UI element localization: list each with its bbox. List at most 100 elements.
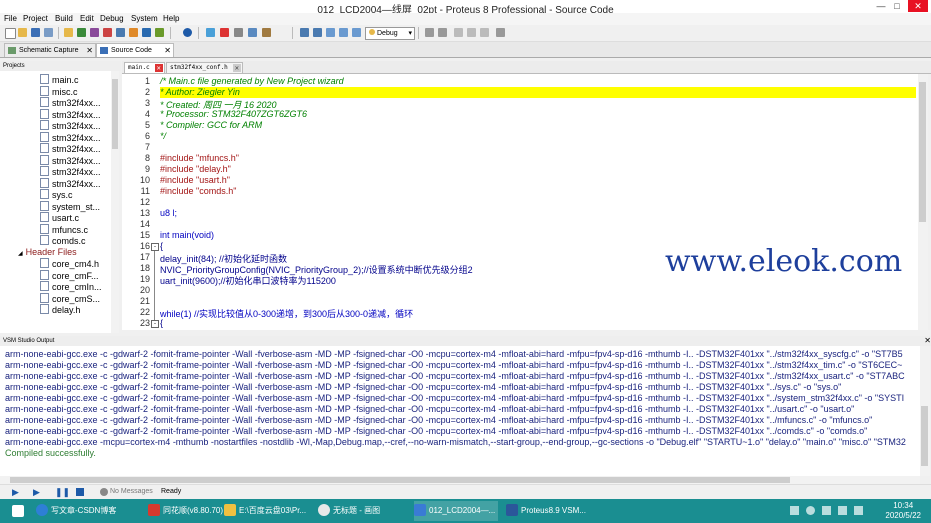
menu-edit[interactable]: Edit	[80, 14, 94, 23]
build-config-select[interactable]: Debug ▾	[365, 27, 415, 40]
tree-item[interactable]: core_cmS...	[40, 293, 100, 304]
output-hscrollbar[interactable]	[0, 476, 920, 484]
tab-source-code[interactable]: Source Code ✕	[96, 43, 174, 57]
start-button[interactable]	[6, 501, 30, 521]
pcb-icon[interactable]	[90, 28, 99, 37]
schematic-icon[interactable]	[77, 28, 86, 37]
menu-debug[interactable]: Debug	[100, 14, 124, 23]
scrollbar-thumb[interactable]	[921, 406, 928, 466]
menu-file[interactable]: File	[4, 14, 17, 23]
fold-minus-icon[interactable]: -	[151, 243, 159, 251]
menu-system[interactable]: System	[131, 14, 158, 23]
new-file-icon[interactable]	[5, 28, 16, 39]
tree-item[interactable]: core_cmIn...	[40, 281, 102, 292]
tree-item[interactable]: usart.c	[40, 212, 79, 223]
tree-item[interactable]: system_st...	[40, 201, 100, 212]
maximize-button[interactable]: □	[890, 0, 904, 12]
taskbar-item[interactable]: 同花顺(v8.80.70) -...	[148, 501, 235, 521]
build-output[interactable]: arm-none-eabi-gcc.exe -c -gdwarf-2 -fomi…	[0, 346, 920, 476]
gerber-icon[interactable]	[103, 28, 112, 37]
tree-item[interactable]: stm32f4xx...	[40, 155, 101, 166]
editor-scrollbar[interactable]	[918, 74, 928, 330]
delete-icon[interactable]	[220, 28, 229, 37]
tab-schematic-capture[interactable]: Schematic Capture ✕	[4, 43, 96, 57]
tree-item[interactable]: sys.c	[40, 189, 73, 200]
tree-folder-header-files[interactable]: ◢ Header Files	[18, 247, 77, 258]
3d-icon[interactable]	[129, 28, 138, 37]
tree-item[interactable]: main.c	[40, 74, 79, 85]
tray-icon[interactable]	[790, 506, 799, 515]
tree-item[interactable]: stm32f4xx...	[40, 166, 101, 177]
volume-icon[interactable]	[838, 506, 847, 515]
taskbar-item-active[interactable]: 012_LCD2004—...	[414, 501, 498, 521]
cut-text-icon[interactable]	[454, 28, 463, 37]
close-icon[interactable]: ✕	[924, 336, 931, 346]
close-button[interactable]: ✕	[908, 0, 928, 12]
menu-project[interactable]: Project	[23, 14, 48, 23]
play-icon[interactable]: ▶	[12, 488, 20, 497]
help-icon[interactable]	[183, 28, 192, 37]
taskbar-item[interactable]: 写文章-CSDN博客	[36, 501, 144, 521]
taskbar-item[interactable]: E:\百度云盘03\Pr...	[224, 501, 314, 521]
build-icon[interactable]	[300, 28, 309, 37]
close-icon[interactable]: ✕	[86, 44, 93, 57]
taskbar-item[interactable]: Proteus8.9 VSM...	[506, 501, 594, 521]
step-icon[interactable]: ▶	[33, 488, 41, 497]
messages-icon[interactable]	[100, 488, 108, 496]
collapse-triangle-icon[interactable]: ◢	[18, 251, 23, 257]
close-icon[interactable]: ✕	[154, 64, 163, 72]
tree-item[interactable]: stm32f4xx...	[40, 120, 101, 131]
tree-item[interactable]: stm32f4xx...	[40, 178, 101, 189]
refresh-icon[interactable]	[206, 28, 215, 37]
taskbar-item[interactable]: 无标题 - 画图	[318, 501, 408, 521]
find-icon[interactable]	[496, 28, 505, 37]
close-icon[interactable]: ✕	[232, 64, 241, 72]
tree-item[interactable]: core_cm4.h	[40, 258, 99, 269]
open-folder-icon[interactable]	[18, 28, 27, 37]
tree-item[interactable]: core_cmF...	[40, 270, 99, 281]
tree-item[interactable]: stm32f4xx...	[40, 109, 101, 120]
menu-build[interactable]: Build	[55, 14, 73, 23]
settings-icon[interactable]	[339, 28, 348, 37]
copy-text-icon[interactable]	[467, 28, 476, 37]
pause-icon[interactable]: ❚❚	[55, 488, 70, 497]
editor-tab-main-c[interactable]: main.c ✕	[124, 62, 165, 73]
ime-icon[interactable]	[854, 506, 863, 515]
compile-icon[interactable]	[326, 28, 335, 37]
undo-icon[interactable]	[425, 28, 434, 37]
rebuild-icon[interactable]	[313, 28, 322, 37]
debug-icon[interactable]	[352, 28, 361, 37]
stop-icon[interactable]	[76, 488, 84, 496]
close-icon[interactable]: ✕	[164, 44, 171, 57]
code-editor[interactable]: 1 2 3 4 5 6 7 8 9 10 11 12 13 14 15 16 1…	[122, 74, 918, 330]
projects-scrollbar[interactable]	[111, 71, 119, 333]
redo-icon[interactable]	[438, 28, 447, 37]
home-icon[interactable]	[64, 28, 73, 37]
cut-icon[interactable]	[234, 28, 243, 37]
scrollbar-thumb[interactable]	[112, 79, 118, 149]
tree-item[interactable]: misc.c	[40, 86, 78, 97]
scrollbar-thumb[interactable]	[10, 477, 790, 483]
tree-item[interactable]: comds.c	[40, 235, 86, 246]
tray-icon[interactable]	[806, 506, 815, 515]
paste-text-icon[interactable]	[480, 28, 489, 37]
clock[interactable]: 10:34 2020/5/22	[885, 501, 921, 521]
tree-item[interactable]: mfuncs.c	[40, 224, 88, 235]
tree-item[interactable]: stm32f4xx...	[40, 97, 101, 108]
notes-icon[interactable]	[155, 28, 164, 37]
tree-item[interactable]: delay.h	[40, 304, 80, 315]
import-icon[interactable]	[44, 28, 53, 37]
network-icon[interactable]	[822, 506, 831, 515]
scrollbar-thumb[interactable]	[919, 82, 926, 222]
fold-minus-icon[interactable]: -	[151, 320, 159, 328]
tree-item[interactable]: stm32f4xx...	[40, 143, 101, 154]
bom-icon[interactable]	[116, 28, 125, 37]
paste-icon[interactable]	[262, 28, 271, 37]
save-icon[interactable]	[31, 28, 40, 37]
copy-icon[interactable]	[248, 28, 257, 37]
tree-item[interactable]: stm32f4xx...	[40, 132, 101, 143]
code-icon[interactable]	[142, 28, 151, 37]
menu-help[interactable]: Help	[163, 14, 179, 23]
minimize-button[interactable]: —	[874, 0, 888, 12]
editor-tab-conf-h[interactable]: stm32f4xx_conf.h ✕	[166, 62, 243, 73]
